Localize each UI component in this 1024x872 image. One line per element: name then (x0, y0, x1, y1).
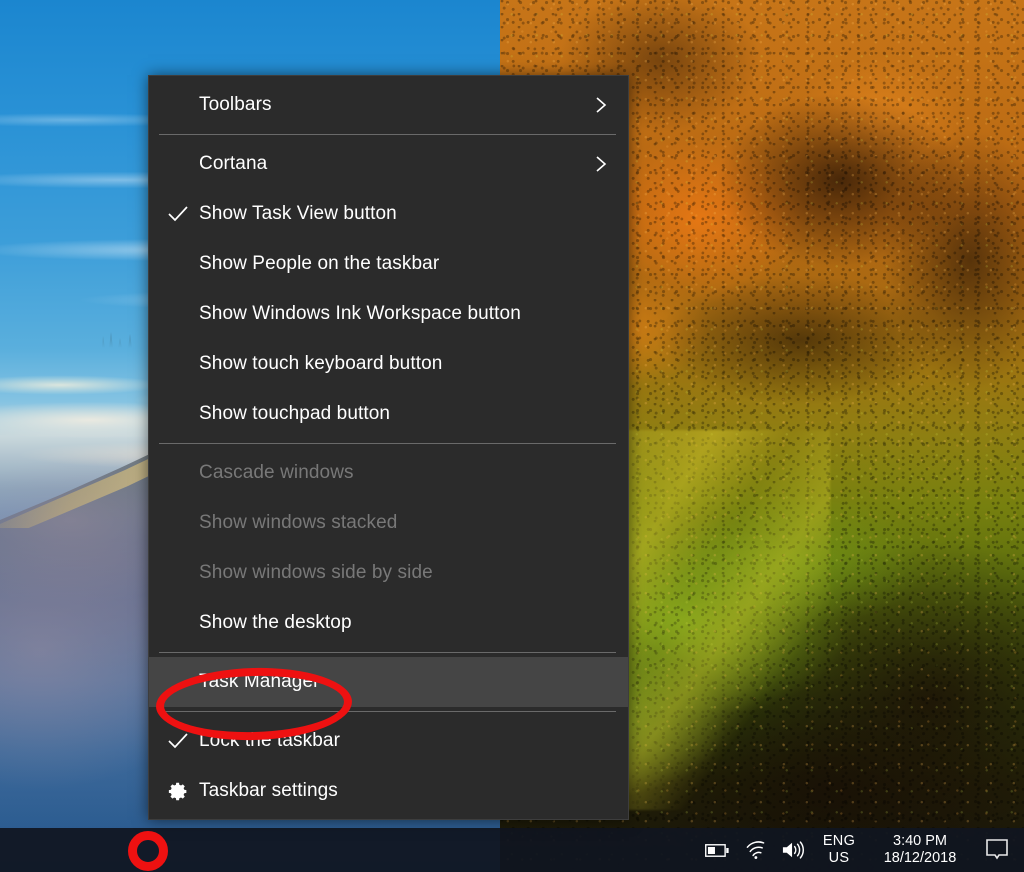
menu-item-toolbars[interactable]: Toolbars (149, 80, 628, 130)
gear-icon (166, 779, 190, 803)
clock[interactable]: 3:40 PM 18/12/2018 (866, 828, 974, 872)
menu-item-label: Cascade windows (199, 462, 354, 484)
chevron-right-icon (592, 96, 610, 114)
menu-item-show-touchpad-button[interactable]: Show touchpad button (149, 389, 628, 439)
wifi-icon[interactable] (736, 828, 774, 872)
menu-item-lock-the-taskbar[interactable]: Lock the taskbar (149, 716, 628, 766)
wallpaper-ridge-trees (100, 322, 140, 348)
clock-time: 3:40 PM (893, 833, 947, 850)
system-tray[interactable]: ENG US 3:40 PM 18/12/2018 (698, 828, 1024, 872)
battery-icon[interactable] (698, 828, 736, 872)
menu-item-label: Show windows stacked (199, 512, 397, 534)
menu-item-cascade-windows: Cascade windows (149, 448, 628, 498)
language-line-1: ENG (823, 833, 855, 850)
taskbar[interactable]: ENG US 3:40 PM 18/12/2018 (0, 828, 1024, 872)
menu-item-label: Show touchpad button (199, 403, 390, 425)
check-icon (166, 729, 190, 753)
menu-item-label: Lock the taskbar (199, 730, 340, 752)
menu-item-show-windows-side-by-side: Show windows side by side (149, 548, 628, 598)
volume-icon[interactable] (774, 828, 812, 872)
menu-separator (159, 134, 616, 135)
menu-item-show-windows-stacked: Show windows stacked (149, 498, 628, 548)
menu-item-label: Show Windows Ink Workspace button (199, 303, 521, 325)
clock-date: 18/12/2018 (884, 850, 957, 867)
menu-item-label: Show windows side by side (199, 562, 433, 584)
menu-item-taskbar-settings[interactable]: Taskbar settings (149, 766, 628, 816)
menu-item-show-touch-keyboard-button[interactable]: Show touch keyboard button (149, 339, 628, 389)
menu-item-show-people-on-the-taskbar[interactable]: Show People on the taskbar (149, 239, 628, 289)
menu-item-label: Show the desktop (199, 612, 352, 634)
menu-item-label: Toolbars (199, 94, 272, 116)
menu-item-label: Cortana (199, 153, 267, 175)
menu-item-task-manager[interactable]: Task Manager (149, 657, 628, 707)
language-indicator[interactable]: ENG US (812, 828, 866, 872)
menu-separator (159, 652, 616, 653)
menu-item-label: Show touch keyboard button (199, 353, 442, 375)
menu-separator (159, 443, 616, 444)
check-icon (166, 202, 190, 226)
menu-item-show-the-desktop[interactable]: Show the desktop (149, 598, 628, 648)
menu-item-show-windows-ink-workspace-button[interactable]: Show Windows Ink Workspace button (149, 289, 628, 339)
menu-item-label: Show Task View button (199, 203, 397, 225)
menu-item-label: Taskbar settings (199, 780, 338, 802)
chevron-right-icon (592, 155, 610, 173)
menu-item-label: Show People on the taskbar (199, 253, 439, 275)
action-center-icon[interactable] (974, 828, 1020, 872)
menu-item-label: Task Manager (199, 671, 320, 693)
desktop[interactable]: Toolbars Cortana Show Task View button S… (0, 0, 1024, 872)
taskbar-context-menu[interactable]: Toolbars Cortana Show Task View button S… (148, 75, 629, 820)
language-line-2: US (829, 850, 850, 867)
menu-item-cortana[interactable]: Cortana (149, 139, 628, 189)
menu-separator (159, 711, 616, 712)
menu-item-show-task-view-button[interactable]: Show Task View button (149, 189, 628, 239)
